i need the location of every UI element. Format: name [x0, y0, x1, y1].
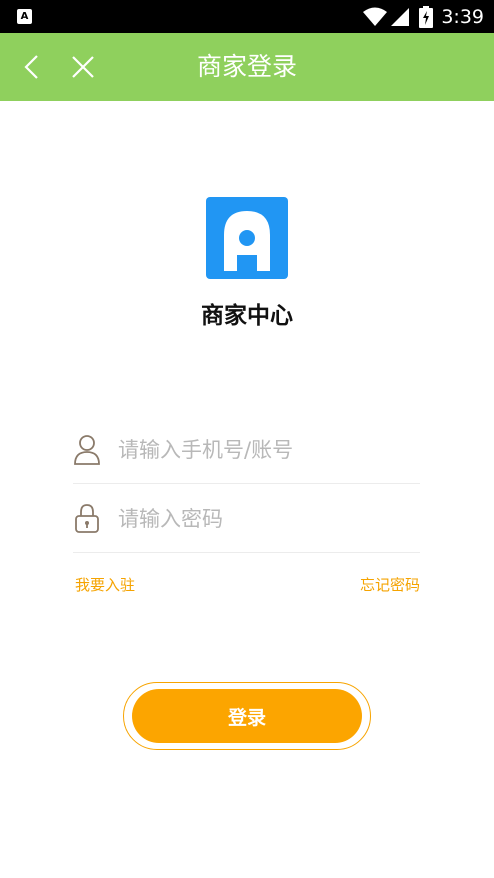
logo-letter-a-icon: [224, 211, 270, 271]
app-notification-icon: A: [17, 9, 32, 24]
password-field: [73, 484, 420, 553]
status-time: 3:39: [441, 5, 484, 28]
page-title: 商家登录: [196, 52, 297, 81]
notification-letter: A: [20, 11, 29, 22]
register-link[interactable]: 我要入驻: [75, 574, 135, 595]
username-input[interactable]: [116, 429, 420, 471]
wifi-icon: [363, 7, 388, 26]
lock-icon: [75, 504, 99, 533]
brand-name: 商家中心: [201, 303, 293, 329]
user-icon: [74, 435, 100, 465]
password-input[interactable]: [116, 498, 420, 540]
forgot-password-link[interactable]: 忘记密码: [360, 574, 420, 595]
battery-icon: [419, 5, 434, 28]
status-right: 3:39: [363, 0, 484, 33]
signal-icon: [391, 7, 410, 26]
status-bar: A 3:39: [0, 0, 494, 33]
login-button[interactable]: 登录: [132, 689, 362, 743]
username-field: [73, 415, 420, 484]
app-logo: [206, 197, 288, 279]
nav-bar: 商家登录: [0, 33, 494, 101]
